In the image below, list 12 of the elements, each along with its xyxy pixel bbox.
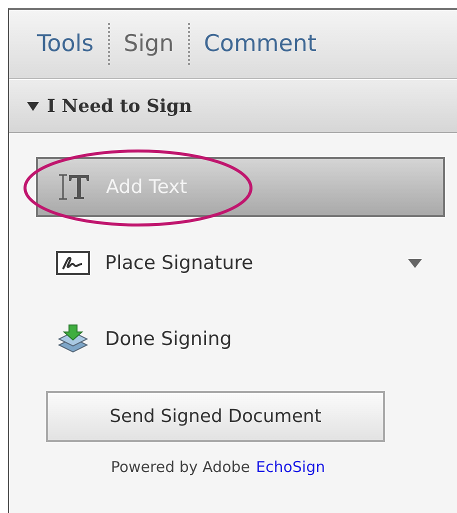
tool-item[interactable]: Done Signing — [36, 309, 445, 369]
tab[interactable]: Sign — [110, 27, 188, 61]
echosign-link[interactable]: EchoSign — [256, 458, 326, 476]
panel-title: I Need to Sign — [47, 96, 192, 116]
powered-by-text: Powered by Adobe — [110, 458, 250, 476]
dropdown-caret-icon[interactable] — [408, 258, 422, 268]
collapse-arrow-icon[interactable] — [27, 101, 39, 111]
tab[interactable]: Comment — [190, 27, 331, 61]
tool-item[interactable]: Place Signature — [36, 233, 445, 293]
panel-header[interactable]: I Need to Sign — [9, 79, 457, 133]
send-signed-document-button[interactable]: Send Signed Document — [46, 391, 385, 442]
tab[interactable]: Tools — [23, 27, 108, 61]
